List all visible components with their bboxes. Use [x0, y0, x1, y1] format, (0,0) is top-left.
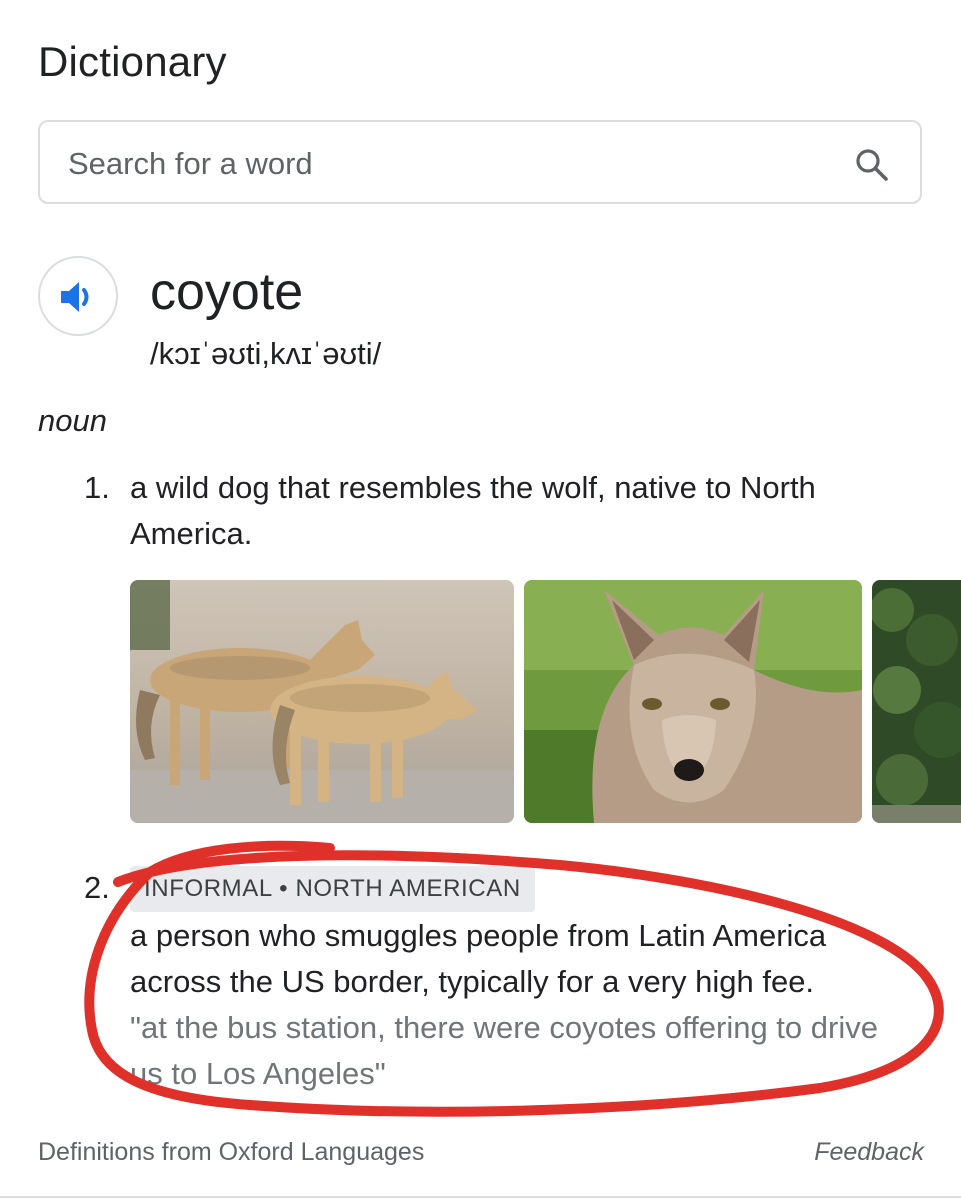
headword: coyote: [150, 263, 304, 321]
search-icon[interactable]: [854, 147, 890, 183]
source-attribution-link[interactable]: Definitions from Oxford Languages: [38, 1138, 424, 1167]
definition-text-line: America.: [130, 516, 253, 551]
usage-label: INFORMAL • NORTH AMERICAN: [130, 866, 535, 912]
search-input[interactable]: Search for a word: [68, 146, 313, 182]
play-pronunciation-button[interactable]: [38, 256, 118, 336]
definition-text-line: a person who smuggles people from Latin …: [130, 918, 827, 953]
definition-number: 1.: [84, 470, 110, 505]
definition-text-line: across the US border, typically for a ve…: [130, 964, 815, 999]
search-box[interactable]: Search for a word: [38, 120, 922, 204]
divider: [0, 1196, 961, 1198]
coyote-image[interactable]: [524, 580, 862, 823]
speaker-icon: [61, 282, 89, 312]
definition-number: 2.: [84, 870, 110, 905]
phonetic-transcription: /kɔɪˈəʊti,kʌɪˈəʊti/: [150, 336, 382, 371]
definition-text-line: a wild dog that resembles the wolf, nati…: [130, 470, 816, 505]
example-sentence-line: us to Los Angeles": [130, 1056, 386, 1091]
coyote-image[interactable]: [130, 580, 514, 823]
coyote-image[interactable]: [872, 580, 961, 823]
example-sentence-line: "at the bus station, there were coyotes …: [130, 1010, 878, 1045]
page-title: Dictionary: [38, 38, 227, 85]
feedback-link[interactable]: Feedback: [814, 1138, 924, 1167]
part-of-speech: noun: [38, 403, 107, 438]
image-carousel[interactable]: [0, 580, 961, 823]
